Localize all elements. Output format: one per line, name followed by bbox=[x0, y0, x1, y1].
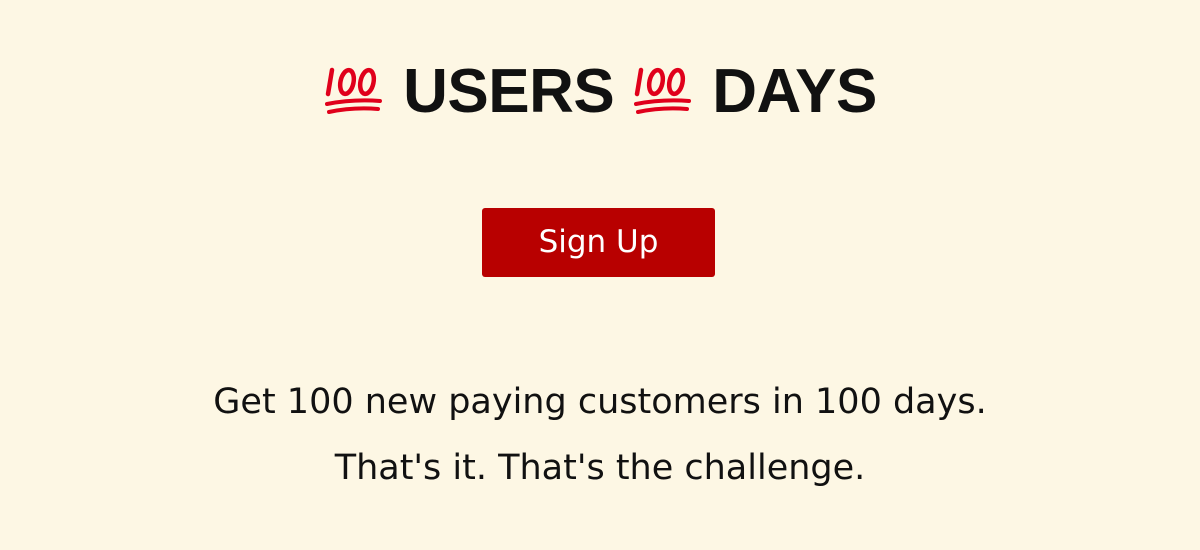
tagline-line-2: That's it. That's the challenge. bbox=[334, 448, 866, 488]
landing-page: USERS DAYS Sign Up Get 100 new paying cu… bbox=[0, 0, 1200, 550]
hundred-points-icon bbox=[632, 57, 694, 119]
title-word-users: USERS bbox=[403, 57, 615, 126]
hundred-points-icon bbox=[323, 57, 385, 119]
page-title: USERS DAYS bbox=[0, 52, 1200, 132]
title-word-days: DAYS bbox=[712, 57, 877, 126]
sign-up-button[interactable]: Sign Up bbox=[482, 208, 715, 277]
tagline-line-1: Get 100 new paying customers in 100 days… bbox=[213, 382, 987, 422]
